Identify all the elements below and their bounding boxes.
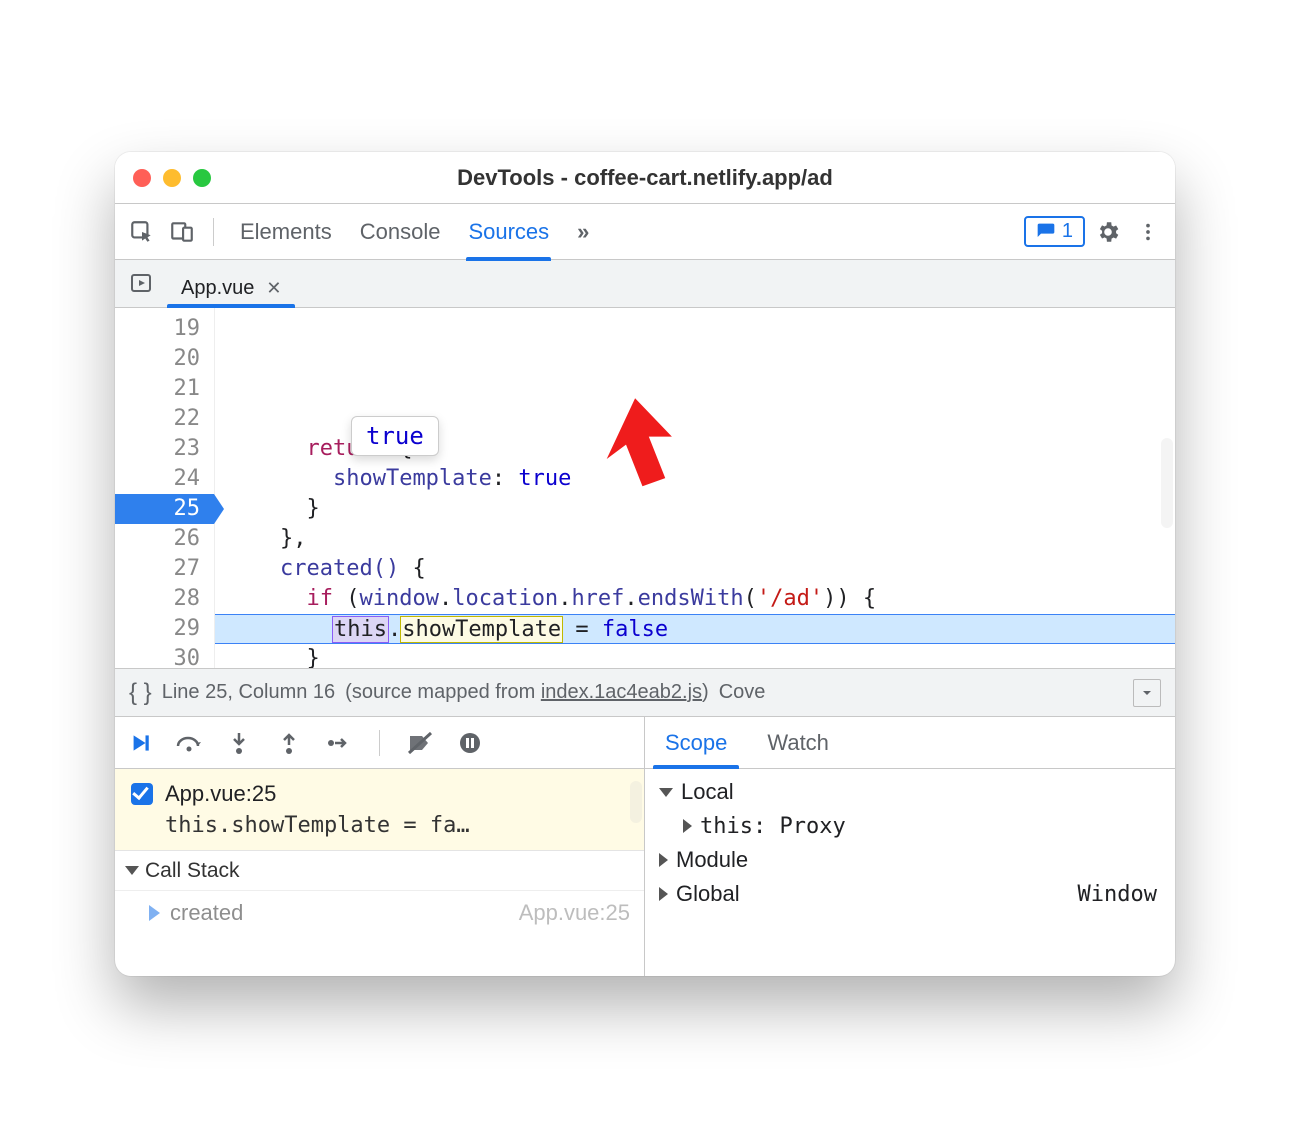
editor-status-bar: { } Line 25, Column 16 (source mapped fr…: [115, 668, 1175, 716]
scope-tree[interactable]: Local this: Proxy Module Global Window: [645, 769, 1175, 976]
titlebar: DevTools - coffee-cart.netlify.app/ad: [115, 152, 1175, 204]
step-over-icon[interactable]: [175, 729, 203, 757]
disclosure-triangle-icon: [659, 853, 668, 867]
stack-frame-location: App.vue:25: [519, 900, 630, 926]
pause-on-exceptions-icon[interactable]: [456, 729, 484, 757]
zoom-window-button[interactable]: [193, 169, 211, 187]
paused-file[interactable]: App.vue:25: [165, 781, 276, 807]
deactivate-breakpoints-icon[interactable]: [406, 729, 434, 757]
device-toggle-icon[interactable]: [165, 215, 199, 249]
file-tab-name: App.vue: [181, 277, 254, 300]
toolbar-separator: [379, 730, 380, 756]
step-into-icon[interactable]: [225, 729, 253, 757]
window-controls: [133, 169, 211, 187]
tab-elements[interactable]: Elements: [240, 204, 332, 260]
file-tab-bar: App.vue ✕: [115, 260, 1175, 308]
scope-local[interactable]: Local: [645, 775, 1175, 809]
disclosure-triangle-icon: [659, 788, 673, 797]
tab-sources[interactable]: Sources: [468, 204, 549, 260]
debugger-toolbar: [115, 717, 644, 769]
panel-tab-list: Elements Console Sources »: [240, 204, 589, 260]
file-tab[interactable]: App.vue ✕: [167, 268, 295, 308]
annotation-arrow-icon: [458, 349, 688, 536]
inspect-element-icon[interactable]: [125, 215, 159, 249]
debugger-right: Scope Watch Local this: Proxy Module: [645, 717, 1175, 976]
scope-tab-list: Scope Watch: [645, 717, 1175, 769]
status-trailing: Cove: [719, 681, 766, 704]
resume-icon[interactable]: [125, 729, 153, 757]
pretty-print-icon[interactable]: { }: [129, 679, 152, 707]
coverage-toggle-icon[interactable]: [1133, 679, 1161, 707]
window-title: DevTools - coffee-cart.netlify.app/ad: [115, 165, 1175, 191]
step-out-icon[interactable]: [275, 729, 303, 757]
call-stack-title: Call Stack: [145, 859, 240, 883]
tab-scope[interactable]: Scope: [645, 717, 747, 768]
disclosure-triangle-icon: [683, 819, 692, 833]
close-window-button[interactable]: [133, 169, 151, 187]
debugger-pane: App.vue:25 this.showTemplate = fa… Call …: [115, 716, 1175, 976]
stack-frame-name: created: [149, 900, 243, 926]
tab-watch[interactable]: Watch: [747, 717, 849, 768]
scope-module[interactable]: Module: [645, 843, 1175, 877]
tab-overflow-button[interactable]: »: [577, 204, 589, 260]
scope-global[interactable]: Global Window: [645, 877, 1175, 911]
source-map-link[interactable]: index.1ac4eab2.js: [541, 681, 702, 703]
minimize-window-button[interactable]: [163, 169, 181, 187]
disclosure-triangle-icon: [125, 866, 139, 875]
devtools-window: DevTools - coffee-cart.netlify.app/ad El…: [115, 152, 1175, 976]
breakpoint-checkbox[interactable]: [131, 783, 153, 805]
code-area[interactable]: true return { showTemplate: true } }, cr…: [215, 308, 1175, 668]
left-scrollbar[interactable]: [630, 781, 642, 823]
line-number-gutter[interactable]: 192021222324252627282930: [115, 308, 215, 668]
issues-badge[interactable]: 1: [1024, 216, 1085, 247]
tab-console[interactable]: Console: [360, 204, 441, 260]
settings-gear-icon[interactable]: [1091, 215, 1125, 249]
navigator-toggle-icon[interactable]: [123, 265, 159, 301]
toolbar-right: 1: [1024, 215, 1165, 249]
source-map-info: (source mapped from index.1ac4eab2.js): [345, 681, 709, 704]
editor-scrollbar[interactable]: [1161, 438, 1173, 528]
main-toolbar: Elements Console Sources » 1: [115, 204, 1175, 260]
scope-this[interactable]: this: Proxy: [645, 809, 1175, 843]
paused-location: App.vue:25 this.showTemplate = fa…: [115, 769, 644, 851]
issues-count: 1: [1062, 220, 1073, 243]
stack-frame[interactable]: created App.vue:25: [115, 891, 644, 935]
code-editor[interactable]: 192021222324252627282930 true return { s…: [115, 308, 1175, 668]
step-icon[interactable]: [325, 729, 353, 757]
disclosure-triangle-icon: [659, 887, 668, 901]
call-stack-header[interactable]: Call Stack: [115, 851, 644, 891]
debugger-left: App.vue:25 this.showTemplate = fa… Call …: [115, 717, 645, 976]
kebab-menu-icon[interactable]: [1131, 215, 1165, 249]
paused-code-snippet: this.showTemplate = fa…: [165, 813, 628, 838]
toolbar-separator: [213, 218, 214, 246]
cursor-position: Line 25, Column 16: [162, 681, 335, 704]
hover-value-tooltip: true: [351, 416, 439, 456]
file-tab-close-icon[interactable]: ✕: [266, 278, 281, 299]
